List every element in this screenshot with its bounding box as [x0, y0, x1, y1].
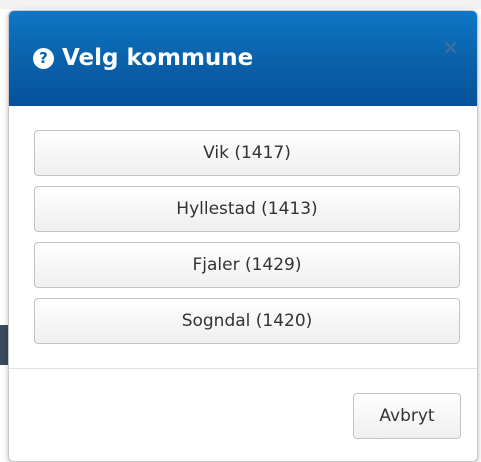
select-municipality-dialog: ? Velg kommune × Vik (1417) Hyllestad (1… — [8, 10, 478, 462]
option-hyllestad-button[interactable]: Hyllestad (1413) — [34, 186, 460, 232]
backdrop-left-edge — [0, 325, 8, 365]
option-fjaler-button[interactable]: Fjaler (1429) — [34, 242, 460, 288]
dialog-title: ? Velg kommune — [33, 44, 253, 72]
dialog-body: Vik (1417) Hyllestad (1413) Fjaler (1429… — [9, 106, 477, 368]
question-circle-icon: ? — [33, 47, 54, 69]
option-sogndal-button[interactable]: Sogndal (1420) — [34, 298, 460, 344]
cancel-button[interactable]: Avbryt — [353, 393, 461, 439]
dialog-footer: Avbryt — [9, 368, 477, 461]
close-icon[interactable]: × — [442, 37, 459, 57]
option-vik-button[interactable]: Vik (1417) — [34, 130, 460, 176]
dialog-header: ? Velg kommune × — [9, 11, 477, 106]
dialog-title-text: Velg kommune — [62, 45, 254, 71]
backdrop-top-strip — [0, 0, 481, 9]
